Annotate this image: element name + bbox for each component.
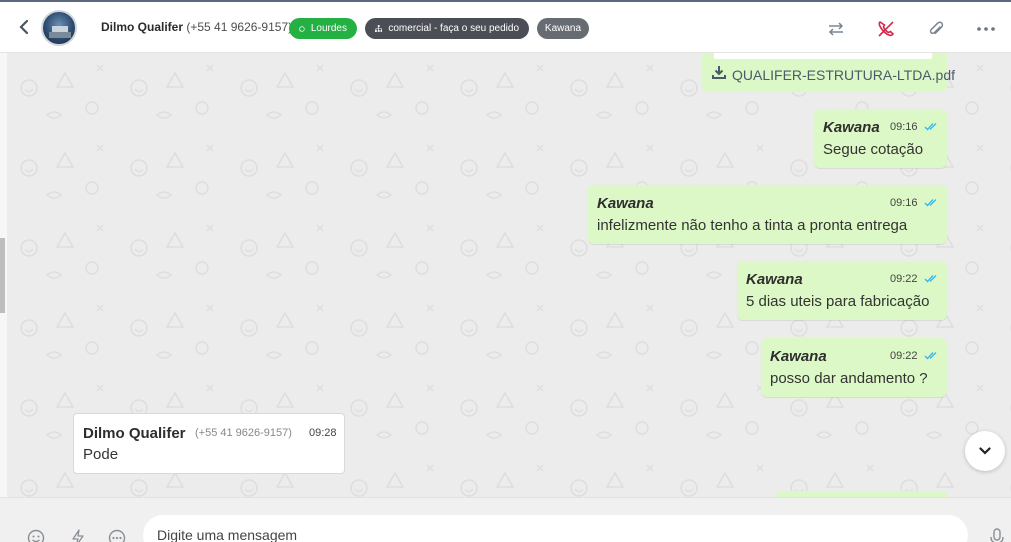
message-sender-phone: (+55 41 9626-9157) — [195, 427, 292, 439]
left-panel-edge — [0, 53, 7, 497]
scroll-down-button[interactable] — [965, 431, 1005, 471]
contact-name[interactable]: Dilmo Qualifer (+55 41 9626-9157) — [101, 20, 292, 34]
microphone-icon[interactable] — [987, 528, 1007, 542]
message-outgoing[interactable]: Kawana 09:16 Segue cotação — [814, 109, 947, 168]
message-time: 09:28 — [309, 427, 337, 439]
chat-header: Dilmo Qualifer (+55 41 9626-9157) Lourde… — [0, 0, 1011, 53]
message-composer — [0, 497, 1011, 542]
back-icon[interactable] — [14, 16, 34, 38]
message-outgoing[interactable]: Kawana 09:16 infelizmente não tenho a ti… — [588, 185, 947, 244]
message-input[interactable] — [143, 515, 968, 542]
message-text: Pode — [83, 446, 119, 463]
avatar[interactable] — [41, 10, 77, 46]
contact-phone: (+55 41 9626-9157) — [186, 20, 293, 34]
tag-label: Lourdes — [310, 23, 347, 34]
message-text: Segue cotação — [823, 141, 924, 158]
message-sender: Kawana — [746, 271, 803, 288]
more-icon[interactable] — [975, 18, 997, 40]
chevron-down-icon — [979, 447, 991, 455]
message-outgoing[interactable]: Kawana 09:22 5 dias uteis para fabricaçã… — [737, 261, 947, 320]
attach-icon[interactable] — [925, 18, 947, 40]
contact-name-text: Dilmo Qualifer — [101, 20, 184, 34]
message-sender: Kawana — [770, 348, 827, 365]
message-sender: Dilmo Qualifer — [83, 425, 186, 442]
read-check-icon — [924, 275, 937, 283]
file-preview — [714, 53, 932, 59]
file-name[interactable]: QUALIFER-ESTRUTURA-LTDA.pdf — [732, 67, 955, 83]
message-text: infelizmente não tenho a tinta a pronta … — [597, 217, 908, 234]
tag-label: comercial - faça o seu pedido — [388, 23, 519, 34]
tag-agent[interactable]: Kawana — [537, 18, 589, 39]
read-check-icon — [924, 123, 937, 131]
download-icon[interactable] — [712, 65, 726, 79]
message-incoming[interactable]: Dilmo Qualifer (+55 41 9626-9157) 09:28 … — [73, 413, 345, 474]
message-sender: Kawana — [823, 119, 880, 136]
message-text: posso dar andamento ? — [770, 370, 928, 387]
whatsapp-icon — [299, 25, 305, 32]
emoji-icon[interactable] — [26, 528, 46, 542]
read-check-icon — [924, 352, 937, 360]
message-time: 09:22 — [890, 273, 918, 285]
tag-lourdes[interactable]: Lourdes — [289, 18, 357, 39]
sitemap-icon — [375, 25, 383, 32]
tag-label: Kawana — [544, 23, 582, 34]
transfer-icon[interactable] — [825, 18, 847, 40]
message-text: 5 dias uteis para fabricação — [746, 293, 930, 310]
chat-messages[interactable]: QUALIFER-ESTRUTURA-LTDA.pdf Kawana 09:16… — [7, 53, 1011, 497]
end-call-icon[interactable] — [875, 18, 897, 40]
message-sender: Kawana — [597, 195, 654, 212]
file-message[interactable]: QUALIFER-ESTRUTURA-LTDA.pdf — [702, 53, 955, 92]
read-check-icon — [924, 199, 937, 207]
tag-queue[interactable]: comercial - faça o seu pedido — [365, 18, 529, 39]
resize-handle[interactable] — [0, 238, 5, 313]
quick-reply-icon[interactable] — [68, 528, 88, 542]
message-outgoing[interactable]: Kawana 09:22 posso dar andamento ? — [761, 338, 947, 397]
message-time: 09:16 — [890, 121, 918, 133]
more-options-icon[interactable] — [107, 528, 127, 542]
message-time: 09:16 — [890, 197, 918, 209]
message-time: 09:22 — [890, 350, 918, 362]
